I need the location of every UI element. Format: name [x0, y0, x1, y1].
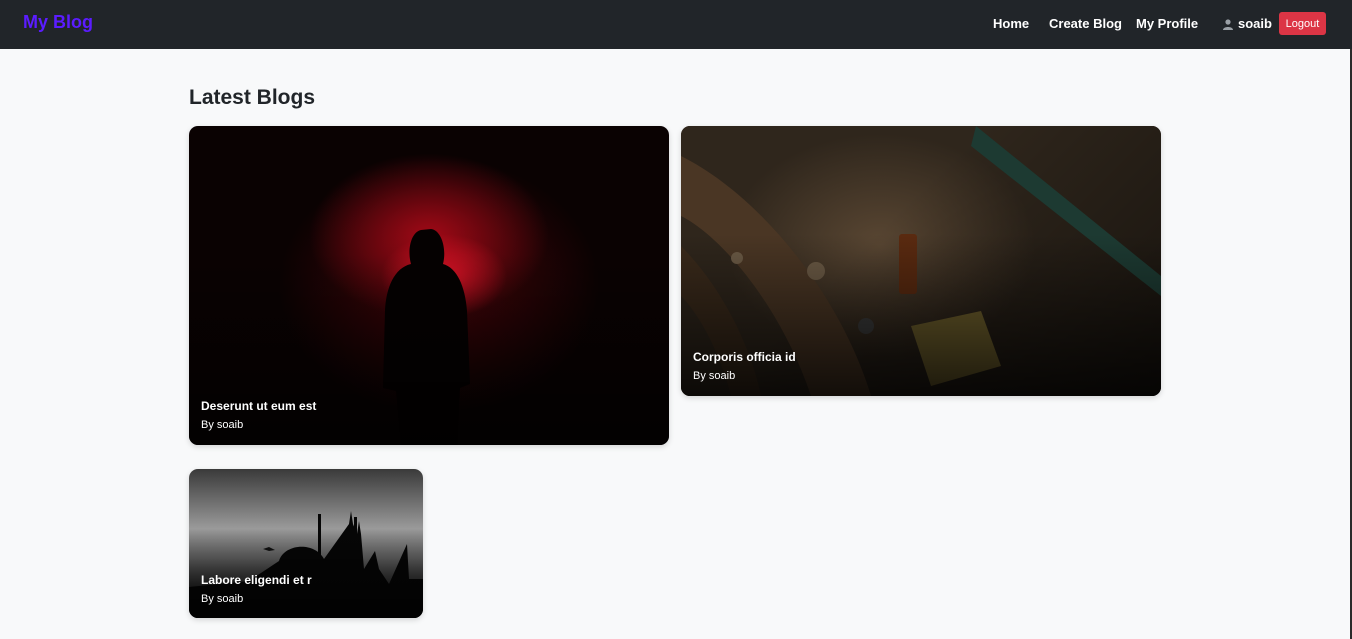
blog-card-author: By soaib — [693, 370, 736, 382]
brand-logo[interactable]: My Blog — [23, 12, 93, 33]
blog-card-title[interactable]: Corporis officia id — [693, 350, 796, 364]
blog-card-author: By soaib — [201, 593, 244, 605]
blog-card[interactable]: Labore eligendi et r By soaib — [189, 469, 423, 618]
card-overlay — [681, 234, 1161, 396]
nav-create-blog-link[interactable]: Create Blog — [1049, 16, 1122, 31]
user-icon — [1223, 18, 1233, 30]
blog-card-title[interactable]: Labore eligendi et r — [201, 573, 312, 587]
user-menu: soaib — [1222, 16, 1272, 31]
page-title: Latest Blogs — [189, 86, 316, 109]
card-overlay — [189, 253, 669, 445]
nav-my-profile-link[interactable]: My Profile — [1136, 16, 1198, 31]
navbar: My Blog Home Create Blog My Profile soai… — [0, 0, 1352, 49]
blog-card[interactable]: Corporis officia id By soaib — [681, 126, 1161, 396]
logout-button[interactable]: Logout — [1279, 12, 1326, 35]
username-label: soaib — [1238, 16, 1272, 31]
nav-home-link[interactable]: Home — [993, 16, 1029, 31]
blog-card-title[interactable]: Deserunt ut eum est — [201, 399, 316, 413]
blog-card-author: By soaib — [201, 419, 244, 431]
blog-card[interactable]: Deserunt ut eum est By soaib — [189, 126, 669, 445]
